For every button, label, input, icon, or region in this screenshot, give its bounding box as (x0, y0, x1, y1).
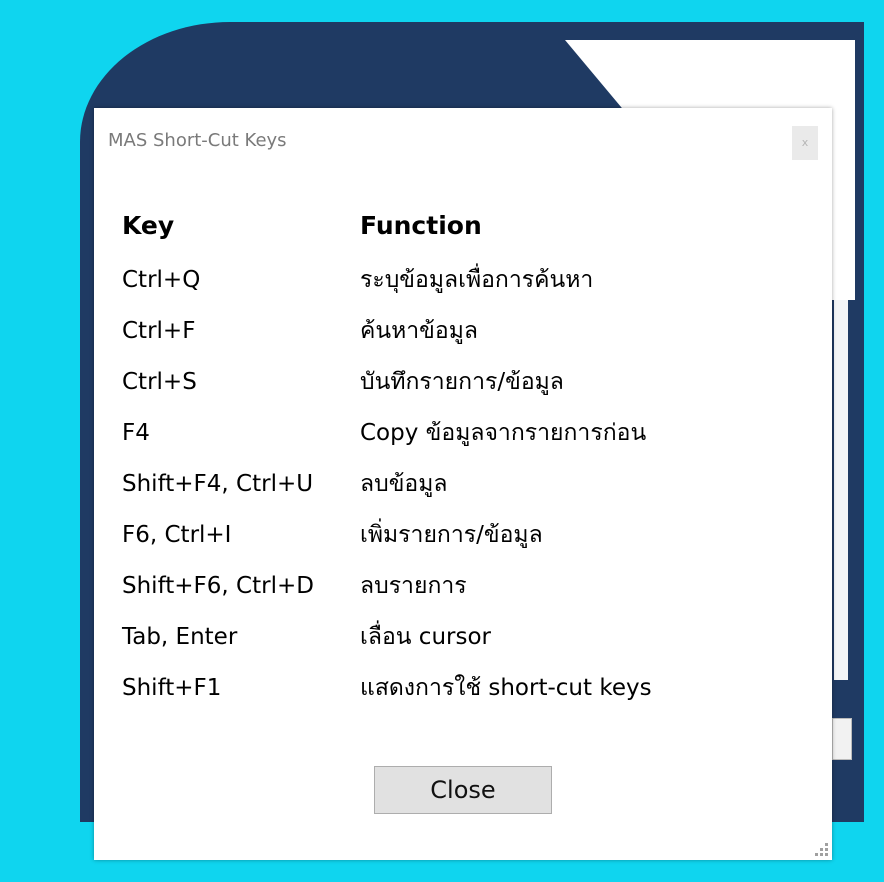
shortcut-key: F4 (122, 419, 150, 446)
shortcut-key: Ctrl+S (122, 368, 197, 395)
shortcut-function: ค้นหาข้อมูล (360, 317, 478, 344)
table-row: Shift+F4, Ctrl+U ลบข้อมูล (122, 458, 822, 509)
shortcut-function: ลบข้อมูล (360, 470, 448, 497)
table-row: Ctrl+F ค้นหาข้อมูล (122, 305, 822, 356)
table-row: Shift+F6, Ctrl+D ลบรายการ (122, 560, 822, 611)
shortcut-key: F6, Ctrl+I (122, 521, 232, 548)
background-panel-edge (834, 40, 848, 680)
shortcut-function: ลบรายการ (360, 572, 467, 599)
header-key: Key (122, 210, 175, 240)
shortcut-keys-dialog: MAS Short-Cut Keys x Key Function Ctrl+Q… (94, 108, 832, 860)
table-row: Ctrl+Q ระบุข้อมูลเพื่อการค้นหา (122, 254, 822, 305)
table-row: F6, Ctrl+I เพิ่มรายการ/ข้อมูล (122, 509, 822, 560)
close-button[interactable]: Close (374, 766, 552, 814)
table-row: Tab, Enter เลื่อน cursor (122, 611, 822, 662)
shortcut-key: Shift+F1 (122, 674, 222, 701)
shortcut-function: บันทึกรายการ/ข้อมูล (360, 368, 564, 395)
shortcut-key: Shift+F6, Ctrl+D (122, 572, 314, 599)
table-row: Ctrl+S บันทึกรายการ/ข้อมูล (122, 356, 822, 407)
table-row: Shift+F1 แสดงการใช้ short-cut keys (122, 662, 822, 713)
table-row: F4 Copy ข้อมูลจากรายการก่อน (122, 407, 822, 458)
resize-grip-icon[interactable] (812, 840, 830, 858)
shortcut-function: เลื่อน cursor (360, 623, 491, 650)
shortcut-key: Ctrl+Q (122, 266, 201, 293)
dialog-title: MAS Short-Cut Keys (108, 130, 287, 151)
shortcut-key: Shift+F4, Ctrl+U (122, 470, 314, 497)
shortcut-key: Ctrl+F (122, 317, 196, 344)
header-function: Function (360, 210, 482, 240)
shortcut-function: เพิ่มรายการ/ข้อมูล (360, 521, 543, 548)
background-button (832, 718, 852, 760)
shortcut-table: Key Function Ctrl+Q ระบุข้อมูลเพื่อการค้… (122, 204, 822, 713)
close-icon[interactable]: x (792, 126, 818, 160)
shortcut-function: แสดงการใช้ short-cut keys (360, 674, 652, 701)
shortcut-function: Copy ข้อมูลจากรายการก่อน (360, 419, 647, 446)
table-header: Key Function (122, 204, 822, 246)
shortcut-function: ระบุข้อมูลเพื่อการค้นหา (360, 266, 594, 293)
desktop: MAS Short-Cut Keys x Key Function Ctrl+Q… (0, 0, 884, 882)
shortcut-key: Tab, Enter (122, 623, 238, 650)
